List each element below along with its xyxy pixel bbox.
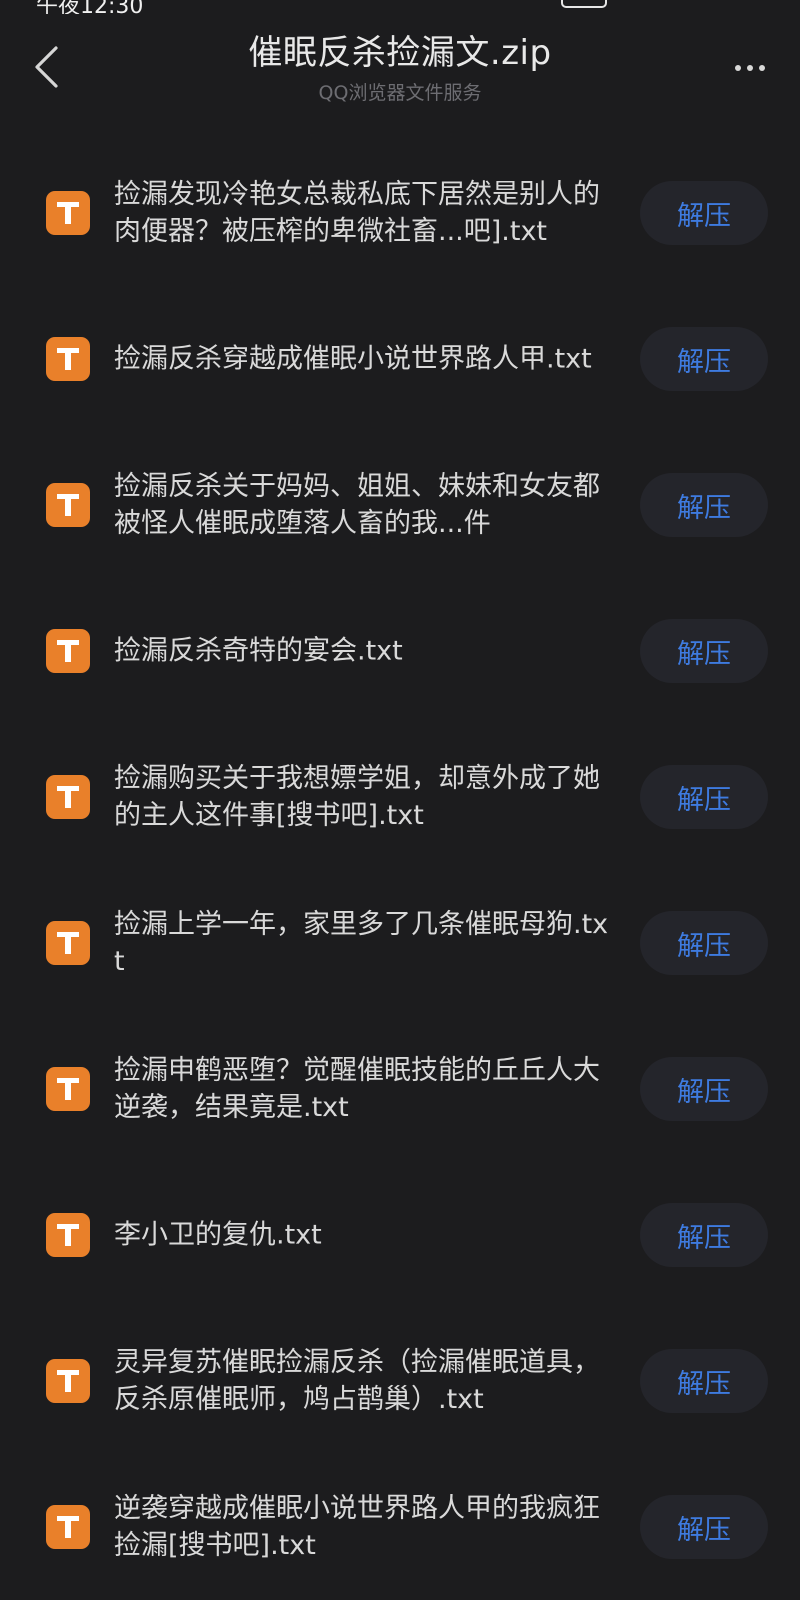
extract-button[interactable]: 解压 bbox=[640, 473, 768, 537]
file-item[interactable]: 灵异复苏催眠捡漏反杀（捡漏催眠道具，反杀原催眠师，鸠占鹊巢）.txt 解压 bbox=[0, 1308, 800, 1454]
text-file-icon bbox=[46, 775, 90, 819]
file-item[interactable]: 捡漏反杀穿越成催眠小说世界路人甲.txt 解压 bbox=[0, 286, 800, 432]
battery-icon bbox=[561, 0, 607, 8]
file-name: 逆袭穿越成催眠小说世界路人甲的我疯狂捡漏[搜书吧].txt bbox=[114, 1493, 600, 1561]
file-name: 捡漏购买关于我想嫖学姐，却意外成了她的主人这件事[搜书吧].txt bbox=[114, 763, 600, 831]
file-item[interactable]: 李小卫的复仇.txt 解压 bbox=[0, 1162, 800, 1308]
file-item[interactable]: 捡漏发现冷艳女总裁私底下居然是别人的肉便器？被压榨的卑微社畜...吧].txt 解… bbox=[0, 140, 800, 286]
text-file-icon bbox=[46, 629, 90, 673]
status-bar: 午夜12:30 bbox=[0, 0, 800, 14]
file-name: 捡漏发现冷艳女总裁私底下居然是别人的肉便器？被压榨的卑微社畜...吧].txt bbox=[114, 179, 600, 247]
file-item[interactable]: 捡漏反杀关于妈妈、姐姐、妹妹和女友都被怪人催眠成堕落人畜的我...件 解压 bbox=[0, 432, 800, 578]
status-time: 午夜12:30 bbox=[36, 0, 144, 14]
more-button[interactable] bbox=[726, 44, 774, 92]
file-item[interactable]: 捡漏上学一年，家里多了几条催眠母狗.txt 解压 bbox=[0, 870, 800, 1016]
text-file-icon bbox=[46, 483, 90, 527]
file-name: 李小卫的复仇.txt bbox=[114, 1219, 322, 1251]
extract-button[interactable]: 解压 bbox=[640, 1203, 768, 1267]
text-file-icon bbox=[46, 1067, 90, 1111]
text-file-icon bbox=[46, 1505, 90, 1549]
text-file-icon bbox=[46, 337, 90, 381]
more-horizontal-icon bbox=[747, 65, 753, 71]
extract-button[interactable]: 解压 bbox=[640, 1057, 768, 1121]
text-file-icon bbox=[46, 191, 90, 235]
extract-button[interactable]: 解压 bbox=[640, 1349, 768, 1413]
file-name: 捡漏反杀穿越成催眠小说世界路人甲.txt bbox=[114, 343, 592, 375]
page-title: 催眠反杀捡漏文.zip bbox=[248, 33, 552, 73]
extract-button[interactable]: 解压 bbox=[640, 911, 768, 975]
title-block: 催眠反杀捡漏文.zip QQ浏览器文件服务 bbox=[120, 32, 680, 106]
file-item[interactable]: 捡漏购买关于我想嫖学姐，却意外成了她的主人这件事[搜书吧].txt 解压 bbox=[0, 724, 800, 870]
extract-button[interactable]: 解压 bbox=[640, 181, 768, 245]
more-horizontal-icon bbox=[759, 65, 765, 71]
file-name: 捡漏反杀奇特的宴会.txt bbox=[114, 635, 403, 667]
more-horizontal-icon bbox=[735, 65, 741, 71]
file-item[interactable]: 捡漏申鹤恶堕？觉醒催眠技能的丘丘人大逆袭，结果竟是.txt 解压 bbox=[0, 1016, 800, 1162]
page-subtitle: QQ浏览器文件服务 bbox=[318, 82, 482, 104]
file-name: 灵异复苏催眠捡漏反杀（捡漏催眠道具，反杀原催眠师，鸠占鹊巢）.txt bbox=[114, 1347, 600, 1415]
header: 催眠反杀捡漏文.zip QQ浏览器文件服务 bbox=[0, 14, 800, 110]
file-name: 捡漏反杀关于妈妈、姐姐、妹妹和女友都被怪人催眠成堕落人畜的我...件 bbox=[114, 471, 600, 539]
extract-button[interactable]: 解压 bbox=[640, 619, 768, 683]
text-file-icon bbox=[46, 1213, 90, 1257]
file-list: 捡漏发现冷艳女总裁私底下居然是别人的肉便器？被压榨的卑微社畜...吧].txt 解… bbox=[0, 140, 800, 1600]
text-file-icon bbox=[46, 1359, 90, 1403]
extract-button[interactable]: 解压 bbox=[640, 1495, 768, 1559]
file-item[interactable]: 捡漏反杀奇特的宴会.txt 解压 bbox=[0, 578, 800, 724]
extract-button[interactable]: 解压 bbox=[640, 765, 768, 829]
extract-button[interactable]: 解压 bbox=[640, 327, 768, 391]
file-name: 捡漏申鹤恶堕？觉醒催眠技能的丘丘人大逆袭，结果竟是.txt bbox=[114, 1055, 600, 1123]
back-button[interactable] bbox=[22, 36, 70, 98]
file-name: 捡漏上学一年，家里多了几条催眠母狗.txt bbox=[114, 909, 609, 977]
chevron-left-icon bbox=[35, 46, 58, 88]
text-file-icon bbox=[46, 921, 90, 965]
file-item[interactable]: 逆袭穿越成催眠小说世界路人甲的我疯狂捡漏[搜书吧].txt 解压 bbox=[0, 1454, 800, 1600]
